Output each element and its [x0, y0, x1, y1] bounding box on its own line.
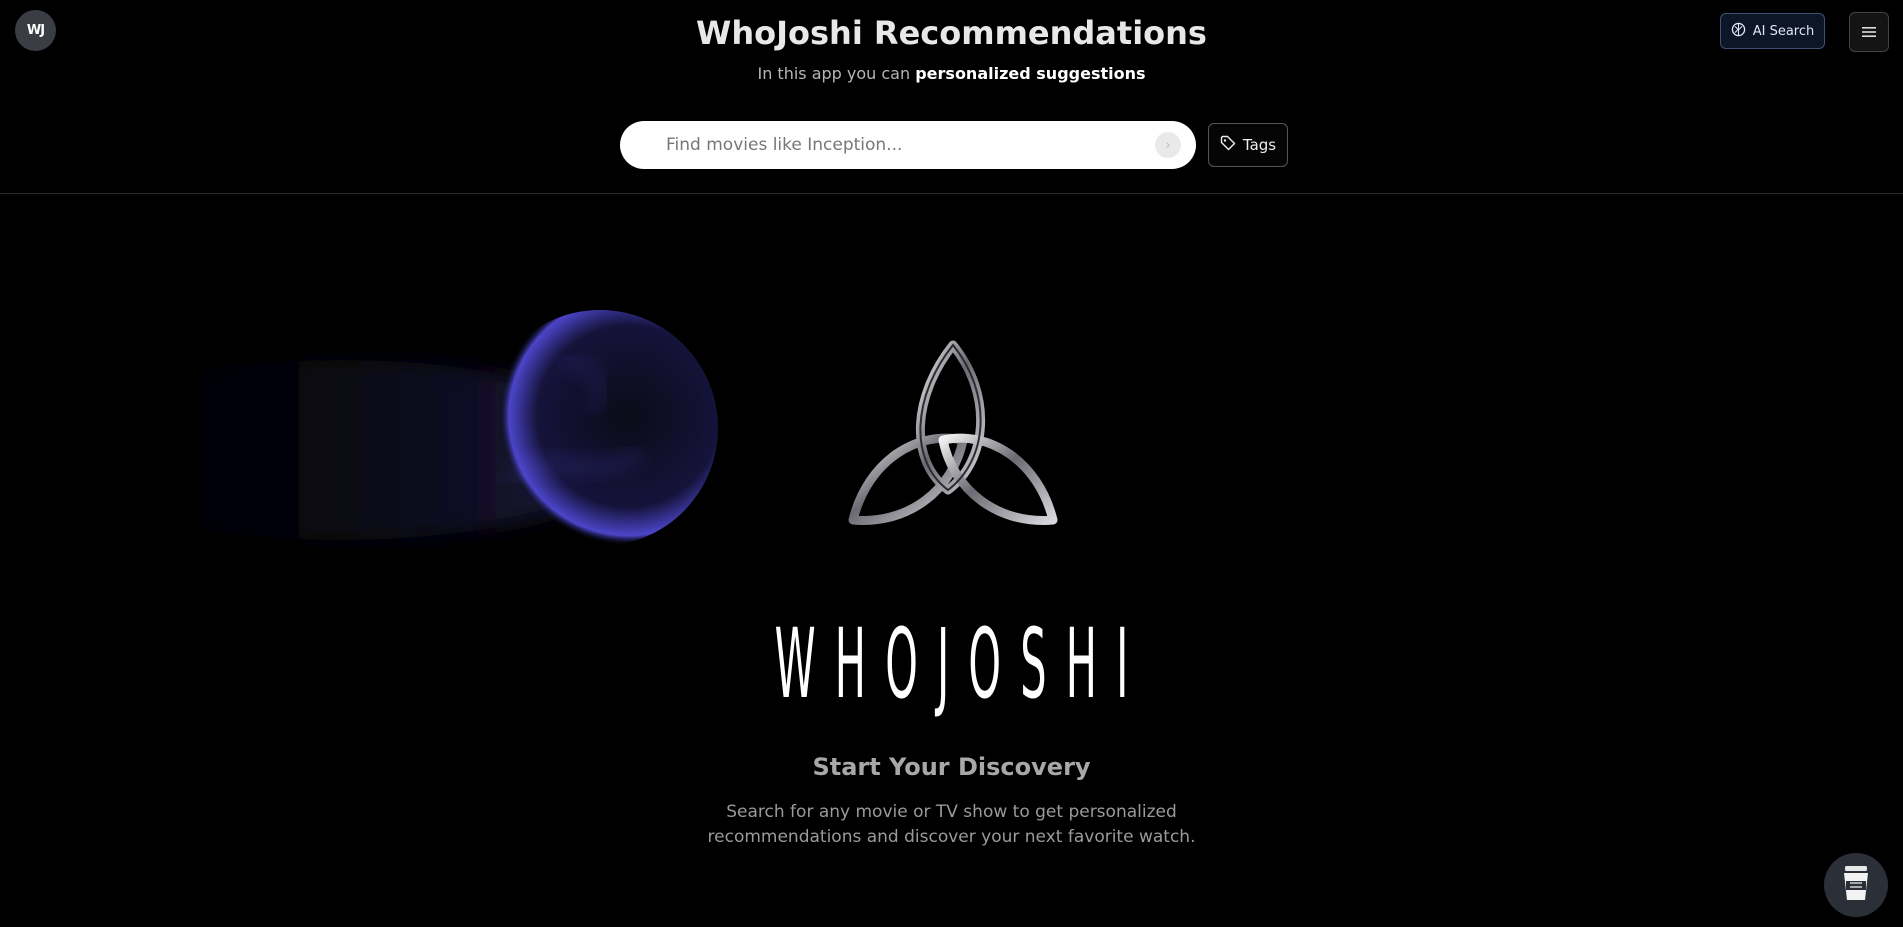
discovery-heading: Start Your Discovery [812, 753, 1091, 781]
ai-search-label: AI Search [1752, 23, 1815, 39]
description-line-1: Search for any movie or TV show to get p… [726, 802, 1177, 822]
buy-coffee-button[interactable] [1824, 853, 1888, 917]
chevron-right-icon: › [1165, 137, 1171, 153]
tags-button[interactable]: Tags [1208, 123, 1288, 167]
coffee-cup-icon [1841, 864, 1871, 906]
menu-button[interactable] [1849, 12, 1889, 52]
search-submit-button[interactable]: › [1155, 132, 1181, 158]
brain-circuit-icon [1731, 22, 1746, 41]
brand-wordmark: WHOJOSHI [774, 608, 1148, 720]
subtitle-text: In this app you can [757, 64, 916, 83]
tag-icon [1220, 135, 1236, 155]
page-title: WhoJoshi Recommendations [696, 14, 1207, 52]
search-bar: › [620, 121, 1196, 169]
ai-search-button[interactable]: AI Search [1720, 13, 1825, 49]
search-input[interactable] [666, 121, 1136, 169]
page-subtitle: In this app you can personalized suggest… [0, 64, 1903, 83]
top-header: WJ WhoJoshi Recommendations In this app … [0, 0, 1903, 194]
discovery-description: Search for any movie or TV show to get p… [0, 800, 1903, 850]
subtitle-highlight: personalized suggestions [915, 64, 1146, 83]
description-line-2: recommendations and discover your next f… [707, 827, 1196, 847]
hamburger-menu-icon [1862, 23, 1876, 42]
triquetra-knot-icon [848, 340, 1058, 530]
tags-label: Tags [1242, 136, 1277, 154]
